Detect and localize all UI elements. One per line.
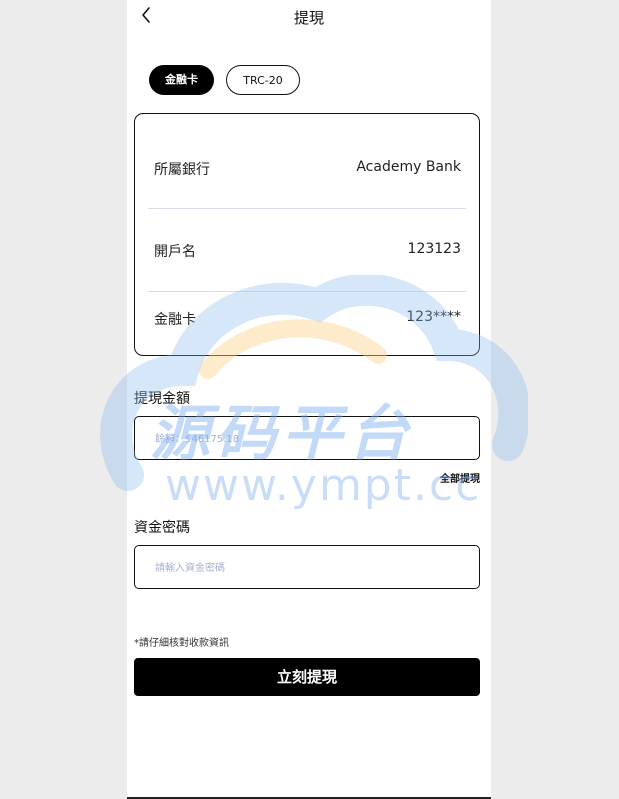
divider [148, 291, 466, 292]
account-name-row: 開戶名 123123 [154, 241, 461, 265]
amount-title: 提現金額 [134, 391, 190, 407]
password-input-box[interactable] [134, 545, 480, 590]
submit-withdraw-button[interactable]: 立刻提現 [134, 658, 480, 696]
verify-note: *請仔細核對收款資訊 [134, 638, 229, 649]
bank-row: 所屬銀行 Academy Bank [154, 159, 461, 183]
bank-value: Academy Bank [356, 159, 461, 175]
card-number-row: 金融卡 123**** [154, 309, 461, 333]
nav-bar: 提現 [127, 0, 491, 34]
password-title: 資金密碼 [134, 520, 190, 536]
password-input[interactable] [153, 546, 457, 590]
tab-trc20[interactable]: TRC-20 [226, 65, 300, 95]
bank-info-card: 所屬銀行 Academy Bank 開戶名 123123 金融卡 123**** [134, 113, 480, 356]
tab-bank-card[interactable]: 金融卡 [149, 65, 214, 95]
page-title: 提現 [293, 9, 324, 27]
card-number-label: 金融卡 [154, 312, 196, 328]
phone-screen: 提現 金融卡 TRC-20 所屬銀行 Academy Bank 開戶名 1231… [127, 0, 491, 799]
withdraw-all-button[interactable]: 全部提現 [440, 470, 480, 485]
account-name-label: 開戶名 [154, 244, 196, 260]
bank-label: 所屬銀行 [154, 162, 210, 178]
card-number-value: 123**** [406, 309, 461, 325]
amount-input[interactable] [153, 417, 457, 461]
divider [148, 208, 466, 209]
amount-input-box[interactable] [134, 416, 480, 461]
account-name-value: 123123 [407, 241, 461, 257]
